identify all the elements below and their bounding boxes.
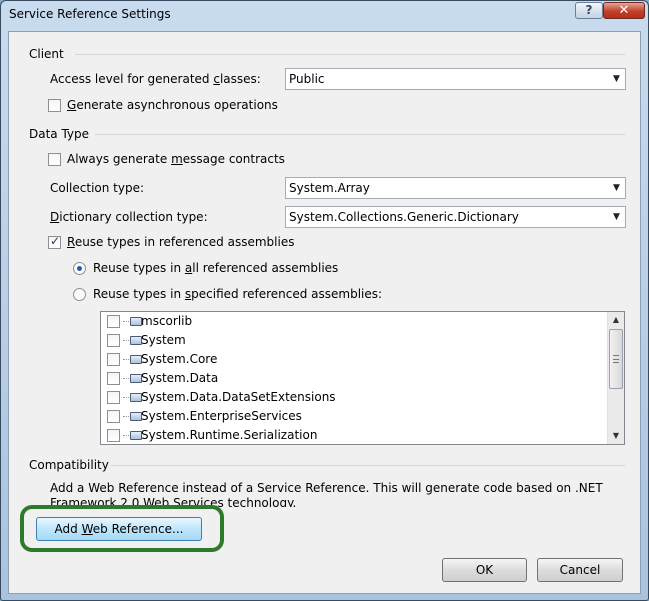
- list-item[interactable]: System: [105, 331, 605, 350]
- assembly-node-icon: [123, 430, 143, 441]
- checkmark-icon: ✓: [50, 234, 61, 248]
- chevron-down-icon: ▼: [613, 183, 620, 193]
- dictionary-type-select[interactable]: System.Collections.Generic.Dictionary ▼: [285, 206, 626, 228]
- access-level-label: Access level for generated classes:: [50, 72, 261, 86]
- assembly-node-icon: [123, 335, 143, 346]
- ok-button[interactable]: OK: [442, 558, 527, 582]
- highlight-ring: [20, 505, 224, 552]
- assembly-node-icon: [123, 354, 143, 365]
- list-item[interactable]: System.Runtime.Serialization: [105, 426, 605, 444]
- assembly-node-icon: [123, 373, 143, 384]
- reuse-specified-label: Reuse types in specified referenced asse…: [93, 287, 383, 301]
- list-item[interactable]: System.Data: [105, 369, 605, 388]
- assembly-checkbox[interactable]: [107, 372, 120, 385]
- collection-type-value: System.Array: [289, 181, 370, 195]
- reuse-types-checkbox[interactable]: ✓: [48, 234, 61, 249]
- data-type-group-divider: [95, 134, 625, 135]
- reuse-specified-radio[interactable]: [73, 288, 86, 301]
- assembly-checkbox[interactable]: [107, 315, 120, 328]
- assembly-name: System.Runtime.Serialization: [141, 428, 318, 442]
- message-contracts-checkbox[interactable]: [48, 153, 61, 166]
- assembly-checkbox[interactable]: [107, 391, 120, 404]
- reuse-types-label: Reuse types in referenced assemblies: [67, 235, 295, 249]
- assembly-name: System.Data.DataSetExtensions: [141, 390, 336, 404]
- assembly-node-icon: [123, 392, 143, 403]
- assembly-name: System.Data: [141, 371, 219, 385]
- assembly-node-icon: [123, 316, 143, 327]
- client-group-label: Client: [29, 47, 64, 61]
- assembly-checkbox[interactable]: [107, 429, 120, 442]
- grip-icon: [613, 355, 619, 363]
- assembly-node-icon: [123, 411, 143, 422]
- assembly-checkbox[interactable]: [107, 353, 120, 366]
- compatibility-group-divider: [111, 465, 625, 466]
- scroll-down-arrow-icon[interactable]: ▼: [608, 428, 624, 444]
- assembly-name: System: [141, 333, 186, 347]
- assembly-name: mscorlib: [141, 314, 193, 328]
- reuse-all-radio[interactable]: [73, 262, 86, 275]
- compatibility-description: Add a Web Reference instead of a Service…: [50, 481, 603, 507]
- chevron-down-icon: ▼: [613, 212, 620, 222]
- generate-async-label: Generate asynchronous operations: [67, 98, 278, 112]
- list-item[interactable]: System.Core: [105, 350, 605, 369]
- dictionary-type-value: System.Collections.Generic.Dictionary: [289, 210, 519, 224]
- generate-async-checkbox[interactable]: [48, 99, 61, 112]
- list-item[interactable]: System.EnterpriseServices: [105, 407, 605, 426]
- close-button[interactable]: ✕: [603, 2, 645, 19]
- collection-type-select[interactable]: System.Array ▼: [285, 177, 626, 199]
- access-level-select[interactable]: Public ▼: [285, 68, 626, 90]
- assemblies-listbox[interactable]: mscorlib System System.Core System.Data: [100, 311, 625, 445]
- message-contracts-label: Always generate message contracts: [67, 152, 285, 166]
- collection-type-label: Collection type:: [50, 181, 145, 195]
- list-item[interactable]: System.Data.DataSetExtensions: [105, 388, 605, 407]
- dialog-title: Service Reference Settings: [9, 7, 171, 21]
- dictionary-type-label: Dictionary collection type:: [50, 210, 208, 224]
- assembly-checkbox[interactable]: [107, 334, 120, 347]
- title-bar[interactable]: Service Reference Settings ? ✕: [1, 1, 648, 31]
- chevron-down-icon: ▼: [613, 74, 620, 84]
- list-item[interactable]: mscorlib: [105, 312, 605, 331]
- access-level-value: Public: [289, 72, 325, 86]
- cancel-button[interactable]: Cancel: [537, 558, 623, 582]
- data-type-group-label: Data Type: [29, 127, 90, 141]
- assembly-name: System.Core: [141, 352, 218, 366]
- scroll-thumb[interactable]: [609, 329, 623, 389]
- client-group-divider: [75, 54, 625, 55]
- dialog-body: Client Access level for generated classe…: [8, 31, 641, 594]
- scroll-up-arrow-icon[interactable]: ▲: [608, 312, 624, 328]
- assembly-name: System.EnterpriseServices: [141, 409, 302, 423]
- reuse-all-label: Reuse types in all referenced assemblies: [93, 261, 339, 275]
- service-reference-settings-dialog: Service Reference Settings ? ✕ Client Ac…: [0, 0, 649, 601]
- radio-selected-dot: [77, 266, 82, 271]
- vertical-scrollbar[interactable]: ▲ ▼: [607, 312, 624, 444]
- compatibility-group-label: Compatibility: [29, 458, 109, 472]
- assembly-checkbox[interactable]: [107, 410, 120, 423]
- help-button[interactable]: ?: [575, 2, 603, 19]
